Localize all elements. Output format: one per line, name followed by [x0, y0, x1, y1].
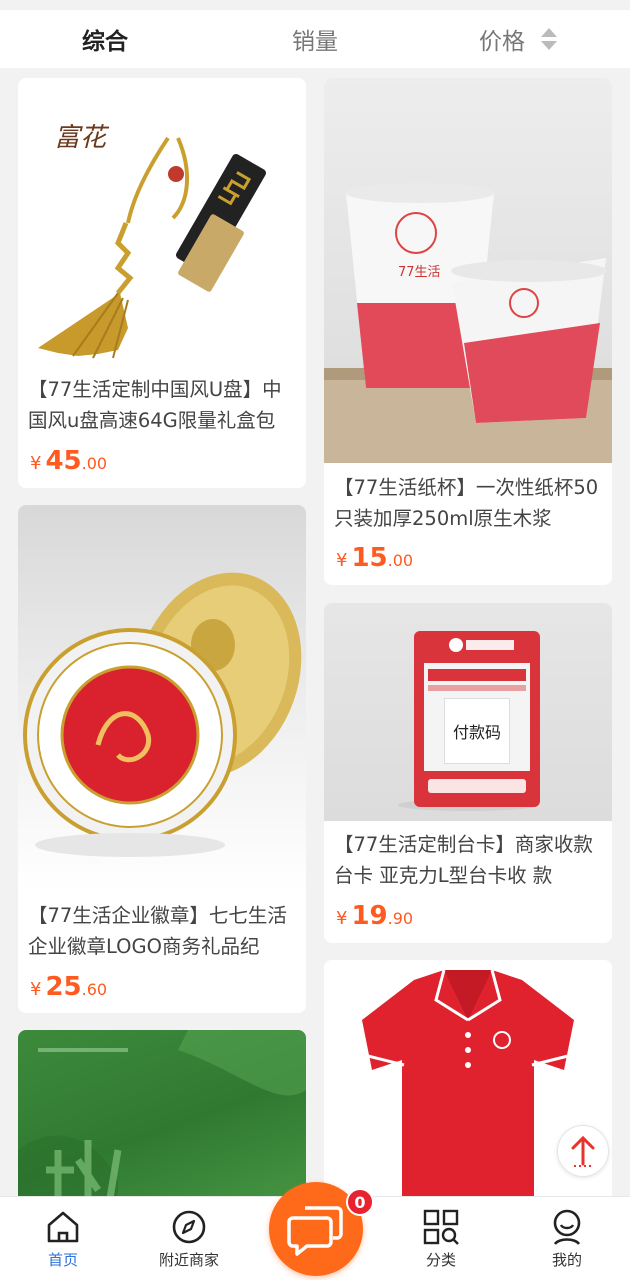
product-card[interactable]: 77生活 【77生活纸杯】一次性纸杯50只装加厚250ml原生木浆 ¥15.00: [324, 78, 612, 585]
nav-item-mine[interactable]: 我的: [517, 1197, 617, 1280]
status-strip: [0, 0, 630, 10]
product-image: 77生活: [324, 78, 612, 463]
profile-icon: [547, 1207, 587, 1247]
product-image: 富花: [18, 78, 306, 364]
arrow-up-icon: [571, 1135, 595, 1167]
product-price: ¥19.90: [336, 901, 414, 931]
svg-text:富花: 富花: [54, 123, 110, 153]
nav-item-category[interactable]: 分类: [391, 1197, 491, 1280]
product-title: 【77生活定制台卡】商家收款台卡 亚克力L型台卡收 款: [334, 833, 593, 887]
svg-text:77生活: 77生活: [398, 265, 441, 280]
sort-tab-sales[interactable]: 销量: [292, 10, 338, 68]
product-card[interactable]: 付款码 【77生活定制台卡】商家收款台卡 亚克力L型台卡收 款 ¥19.90: [324, 603, 612, 943]
product-price: ¥15.00: [336, 543, 414, 573]
home-icon: [43, 1207, 83, 1247]
product-card[interactable]: 【77生活企业徽章】七七生活企业徽章LOGO商务礼品纪 ¥25.60: [18, 505, 306, 1013]
chat-icon: [287, 1206, 343, 1256]
product-image: 付款码: [324, 603, 612, 821]
product-price: ¥25.60: [30, 972, 108, 1002]
product-title: 【77生活纸杯】一次性纸杯50只装加厚250ml原生木浆: [334, 476, 599, 530]
compass-icon: [169, 1207, 209, 1247]
nav-label: 分类: [425, 1251, 456, 1269]
nav-label: 首页: [47, 1251, 78, 1269]
nav-label: 我的: [551, 1251, 582, 1269]
sort-tab-label: 综合: [82, 29, 128, 55]
sort-tab-label: 价格: [479, 29, 525, 55]
nav-item-nearby[interactable]: 附近商家: [139, 1197, 239, 1280]
sort-bar: 综合 销量 价格: [0, 10, 630, 68]
product-card[interactable]: 富花 【77生活定制中国风U盘】中国风u盘高速64G限量礼盒包 ¥45.00: [18, 78, 306, 488]
sort-arrows-icon: [541, 28, 557, 50]
nav-item-home[interactable]: 首页: [13, 1197, 113, 1280]
sort-tab-comprehensive[interactable]: 综合: [82, 10, 128, 68]
product-price: ¥45.00: [30, 446, 108, 476]
payment-code-placeholder: 付款码: [444, 698, 510, 764]
sort-tab-label: 销量: [292, 29, 338, 55]
product-image: [18, 505, 306, 891]
message-count-badge: 0: [346, 1188, 374, 1216]
category-search-icon: [421, 1207, 461, 1247]
product-title: 【77生活企业徽章】七七生活企业徽章LOGO商务礼品纪: [28, 904, 287, 958]
nav-label: 附近商家: [158, 1251, 219, 1269]
scroll-to-top-button[interactable]: [557, 1125, 609, 1177]
sort-tab-price[interactable]: 价格: [479, 10, 557, 68]
product-title: 【77生活定制中国风U盘】中国风u盘高速64G限量礼盒包: [28, 378, 282, 432]
